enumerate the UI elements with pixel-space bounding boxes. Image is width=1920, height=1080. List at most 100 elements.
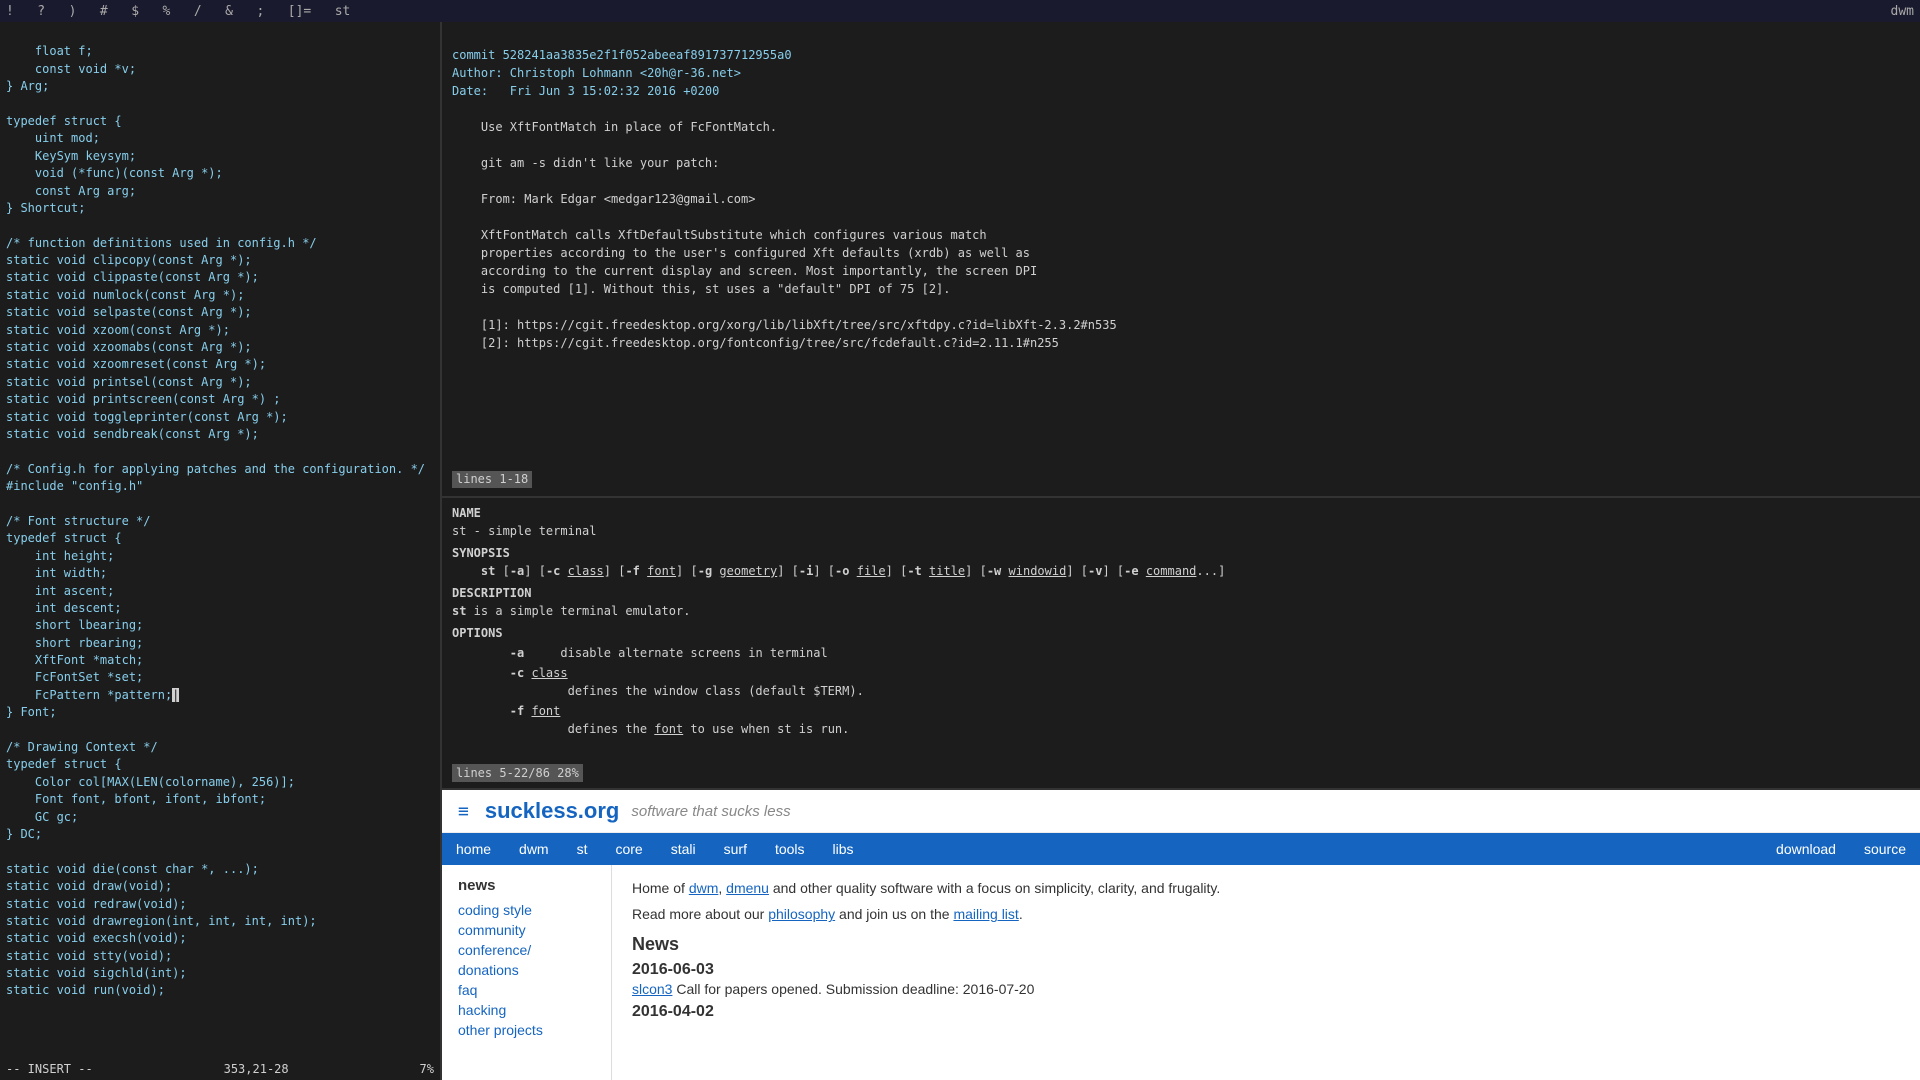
right-panel: commit 528241aa3835e2f1f052abeeaf8917377… [442,22,1920,1080]
nav-surf[interactable]: surf [710,835,761,863]
code-line: const Arg arg; [6,184,136,198]
man-name-section: NAME [452,504,1910,522]
sidebar-link-donations[interactable]: donations [458,962,595,978]
web-nav-right: download source [1762,835,1920,863]
man-status-bar: lines 5-22/86 28% [452,764,583,782]
code-line: GC gc; [6,810,78,824]
code-line: KeySym keysym; [6,149,136,163]
nav-tools[interactable]: tools [761,835,819,863]
git-body: Use XftFontMatch in place of FcFontMatch… [452,120,1117,350]
web-pane: ≡ suckless.org software that sucks less … [442,790,1920,1080]
topbar-items: ! ? ) # $ % / & ; []= st [6,4,350,19]
code-line: XftFont *match; [6,653,143,667]
sidebar-link-other-projects[interactable]: other projects [458,1022,595,1038]
web-content: news coding style community conference/ … [442,865,1920,1080]
nav-home[interactable]: home [442,835,505,863]
news-date-1: 2016-06-03 [632,961,1900,979]
code-line: typedef struct { [6,531,122,545]
code-line: void (*func)(const Arg *); [6,166,223,180]
web-main: Home of dwm, dmenu and other quality sof… [612,865,1920,1080]
nav-core[interactable]: core [601,835,656,863]
git-status-bar: lines 1-18 [452,471,532,488]
code-line: Color col[MAX(LEN(colorname), 256)]; [6,775,295,789]
man-content: NAME st - simple terminal SYNOPSIS st [-… [452,504,1910,738]
web-intro-2: Read more about our philosophy and join … [632,903,1900,925]
code-content: float f; const void *v; } Arg; typedef s… [6,26,434,1017]
man-description-content: st is a simple terminal emulator. [452,602,1910,620]
link-philosophy[interactable]: philosophy [768,906,835,922]
man-option-f: -f font defines the font to use when st … [452,702,1910,738]
man-pane[interactable]: NAME st - simple terminal SYNOPSIS st [-… [442,498,1920,788]
code-line: static void redraw(void); [6,897,187,911]
code-line: static void printsel(const Arg *); [6,375,252,389]
top-bar: ! ? ) # $ % / & ; []= st dwm [0,0,1920,22]
vim-position: 353,21-28 [224,1061,289,1078]
code-line: int height; [6,549,114,563]
link-slcon3[interactable]: slcon3 [632,981,672,997]
code-line: static void numlock(const Arg *); [6,288,244,302]
link-dmenu[interactable]: dmenu [726,880,769,896]
topbar-right: dwm [1891,4,1914,19]
web-header: ≡ suckless.org software that sucks less [442,790,1920,833]
git-content: commit 528241aa3835e2f1f052abeeaf8917377… [452,28,1910,370]
code-line: static void xzoomabs(const Arg *); [6,340,252,354]
code-line: #include "config.h" [6,479,143,493]
sidebar-section-title: news [458,877,595,894]
web-tagline: software that sucks less [631,803,790,820]
code-line: uint mod; [6,131,100,145]
web-intro-1: Home of dwm, dmenu and other quality sof… [632,877,1900,899]
vim-status-bar: -- INSERT -- 353,21-28 7% [0,1059,440,1080]
code-line: short lbearing; [6,618,143,632]
code-line: int ascent; [6,584,114,598]
code-line: static void xzoom(const Arg *); [6,323,230,337]
man-synopsis-section: SYNOPSIS [452,544,1910,562]
man-options-section: OPTIONS [452,624,1910,642]
news-item-slcon3: slcon3 Call for papers opened. Submissio… [632,981,1900,997]
code-line: Font font, bfont, ifont, ibfont; [6,792,266,806]
vim-editor[interactable]: float f; const void *v; } Arg; typedef s… [0,22,440,1080]
sidebar-link-community[interactable]: community [458,922,595,938]
code-line: } Font; [6,705,57,719]
sidebar-link-faq[interactable]: faq [458,982,595,998]
news-title: News [632,934,1900,955]
code-line: } DC; [6,827,42,841]
main-area: float f; const void *v; } Arg; typedef s… [0,22,1920,1080]
code-line: int descent; [6,601,122,615]
nav-download[interactable]: download [1762,835,1850,863]
code-line: static void die(const char *, ...); [6,862,259,876]
link-dwm[interactable]: dwm [689,880,719,896]
code-line: const void *v; [6,62,136,76]
nav-source[interactable]: source [1850,835,1920,863]
git-commit-line: commit 528241aa3835e2f1f052abeeaf8917377… [452,48,792,62]
sidebar-link-coding-style[interactable]: coding style [458,902,595,918]
code-line: static void execsh(void); [6,931,187,945]
code-line: /* Font structure */ [6,514,151,528]
code-line: static void draw(void); [6,879,172,893]
nav-st[interactable]: st [563,835,602,863]
hamburger-icon: ≡ [458,801,469,822]
web-logo[interactable]: suckless.org [485,798,620,824]
git-pane[interactable]: commit 528241aa3835e2f1f052abeeaf8917377… [442,22,1920,496]
man-option-c: -c class defines the window class (defau… [452,664,1910,700]
code-line: /* Drawing Context */ [6,740,158,754]
code-line: } Arg; [6,79,49,93]
sidebar-link-hacking[interactable]: hacking [458,1002,595,1018]
code-line: float f; [6,44,93,58]
nav-dwm[interactable]: dwm [505,835,563,863]
code-line: static void drawregion(int, int, int, in… [6,914,317,928]
sidebar-link-conference[interactable]: conference/ [458,942,595,958]
code-line: typedef struct { [6,757,122,771]
code-line: /* Config.h for applying patches and the… [6,462,425,476]
nav-stali[interactable]: stali [657,835,710,863]
code-line: short rbearing; [6,636,143,650]
web-nav: home dwm st core stali surf tools libs d… [442,833,1920,865]
link-mailing-list[interactable]: mailing list [953,906,1018,922]
man-name-content: st - simple terminal [452,522,1910,540]
nav-libs[interactable]: libs [819,835,868,863]
man-description-section: DESCRIPTION [452,584,1910,602]
code-line: FcPattern *pattern;| [6,688,179,702]
code-line: static void sendbreak(const Arg *); [6,427,259,441]
code-line: static void selpaste(const Arg *); [6,305,252,319]
code-line: static void printscreen(const Arg *) ; [6,392,281,406]
code-line: static void toggleprinter(const Arg *); [6,410,288,424]
